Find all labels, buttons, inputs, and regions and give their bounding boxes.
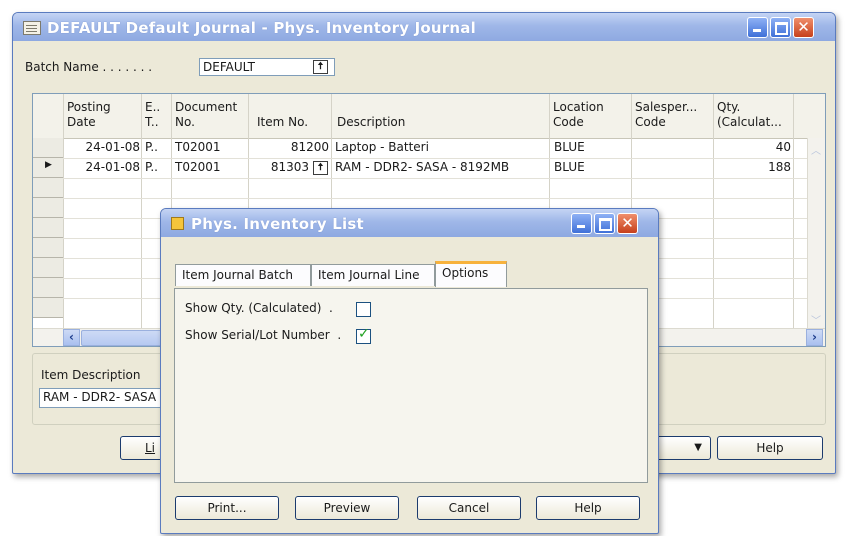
row-selector[interactable]: ▶	[33, 158, 63, 178]
close-button[interactable]: ✕	[793, 17, 814, 38]
maximize-button[interactable]	[770, 17, 791, 38]
cancel-button-label: Cancel	[448, 501, 490, 515]
dialog-minimize-button[interactable]	[571, 213, 592, 234]
tab-label: Item Journal Batch	[182, 268, 293, 282]
scroll-left-icon: ‹	[69, 330, 74, 344]
dialog-title-bar[interactable]: Phys. Inventory List ✕	[161, 209, 658, 237]
posting-date-cell[interactable]: 24-01-08	[63, 160, 140, 174]
dialog-help-button-label: Help	[574, 501, 602, 515]
col-header-item-no[interactable]: Item No.	[257, 115, 329, 130]
tab-options[interactable]: Options	[435, 261, 507, 287]
batch-lookup-button[interactable]: 🠅	[313, 60, 328, 74]
description-cell[interactable]: RAM - DDR2- SASA - 8192MB	[335, 160, 509, 174]
document-no-cell[interactable]: T02001	[175, 140, 221, 154]
help-button-label: Help	[756, 441, 784, 455]
scroll-right-button[interactable]: ›	[806, 329, 823, 346]
preview-button[interactable]: Preview	[295, 496, 399, 520]
dialog-app-icon	[171, 217, 184, 230]
close-icon: ✕	[797, 18, 810, 36]
tab-label: Item Journal Line	[318, 268, 420, 282]
help-button[interactable]: Help	[717, 436, 823, 460]
col-header-location-code[interactable]: Location Code	[553, 100, 629, 130]
row-selector[interactable]	[33, 258, 63, 278]
col-header-posting-date[interactable]: Posting Date	[67, 100, 139, 130]
main-title-bar[interactable]: DEFAULT Default Journal - Phys. Inventor…	[13, 13, 835, 41]
posting-date-cell[interactable]: 24-01-08	[63, 140, 140, 154]
scroll-left-button[interactable]: ‹	[63, 329, 80, 346]
show-serial-lot-number-label: Show Serial/Lot Number .	[185, 328, 342, 342]
col-header-document-no[interactable]: Document No.	[175, 100, 247, 130]
location-code-cell[interactable]: BLUE	[554, 160, 585, 174]
location-code-cell[interactable]: BLUE	[554, 140, 585, 154]
entry-type-cell[interactable]: P..	[145, 140, 158, 154]
table-row[interactable]: 24-01-08 P.. T02001 81200 Laptop - Batte…	[63, 140, 808, 158]
cancel-button[interactable]: Cancel	[417, 496, 521, 520]
item-description-label: Item Description	[41, 368, 141, 382]
show-serial-lot-number-checkbox[interactable]: ✓	[356, 326, 371, 344]
main-window-title: DEFAULT Default Journal - Phys. Inventor…	[47, 19, 476, 37]
item-description-value: RAM - DDR2- SASA	[43, 390, 157, 404]
scroll-up-icon[interactable]: ︿	[811, 142, 821, 157]
row-selector[interactable]	[33, 178, 63, 198]
scroll-down-icon[interactable]: ﹀	[811, 312, 821, 327]
dialog-title: Phys. Inventory List	[191, 215, 364, 233]
options-tab-panel	[174, 288, 648, 483]
entry-type-cell[interactable]: P..	[145, 160, 158, 174]
col-header-salesperson-code[interactable]: Salesper... Code	[635, 100, 711, 130]
line-button-label: Li	[145, 441, 156, 455]
row-selector[interactable]	[33, 198, 63, 218]
document-no-cell[interactable]: T02001	[175, 160, 221, 174]
checkmark-icon: ✓	[358, 326, 370, 342]
phys-inventory-list-dialog: Phys. Inventory List ✕ Item Journal Batc…	[160, 208, 659, 534]
lookup-arrow-icon: 🠅	[317, 162, 324, 173]
item-no-cell[interactable]: 81200	[249, 140, 329, 154]
item-no-lookup-button[interactable]: 🠅	[313, 161, 328, 175]
row-selector[interactable]	[33, 278, 63, 298]
qty-calculated-cell[interactable]: 40	[717, 140, 791, 154]
show-qty-calculated-label: Show Qty. (Calculated) .	[185, 301, 333, 315]
print-button[interactable]: Print...	[175, 496, 279, 520]
tab-label: Options	[442, 266, 489, 280]
qty-calculated-cell[interactable]: 188	[717, 160, 791, 174]
col-header-description[interactable]: Description	[337, 115, 537, 130]
col-header-qty-calculated[interactable]: Qty. (Calculat...	[717, 100, 793, 130]
preview-button-label: Preview	[323, 501, 371, 515]
row-selector[interactable]	[33, 138, 63, 158]
batch-name-value: DEFAULT	[203, 60, 255, 74]
col-header-entry-type[interactable]: E.. T..	[145, 100, 171, 130]
close-icon: ✕	[621, 214, 634, 232]
tab-item-journal-batch[interactable]: Item Journal Batch	[175, 264, 311, 286]
journal-app-icon	[23, 21, 41, 35]
description-cell[interactable]: Laptop - Batteri	[335, 140, 429, 154]
table-row[interactable]: 24-01-08 P.. T02001 81303 🠅 RAM - DDR2- …	[63, 160, 808, 178]
row-selector[interactable]	[33, 298, 63, 318]
row-selector[interactable]	[33, 218, 63, 238]
batch-name-label: Batch Name . . . . . . .	[25, 60, 153, 74]
show-qty-calculated-checkbox[interactable]	[356, 302, 371, 317]
vertical-scrollbar[interactable]: ︿ ﹀	[807, 138, 825, 329]
item-no-cell[interactable]: 81303	[249, 160, 309, 174]
dialog-close-button[interactable]: ✕	[617, 213, 638, 234]
dialog-maximize-button[interactable]	[594, 213, 615, 234]
row-selector[interactable]	[33, 238, 63, 258]
minimize-button[interactable]	[747, 17, 768, 38]
lookup-arrow-icon: 🠅	[317, 61, 324, 72]
tab-item-journal-line[interactable]: Item Journal Line	[311, 264, 435, 286]
chevron-down-icon: ▼	[694, 442, 702, 453]
scroll-right-icon: ›	[812, 330, 817, 344]
current-row-pointer-icon: ▶	[45, 160, 52, 170]
dialog-help-button[interactable]: Help	[536, 496, 640, 520]
print-button-label: Print...	[207, 501, 247, 515]
